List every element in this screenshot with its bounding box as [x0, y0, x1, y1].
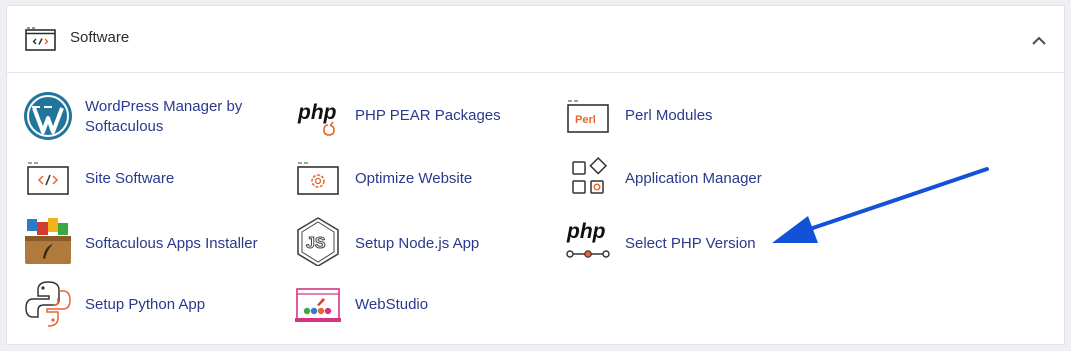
item-label: Softaculous Apps Installer — [85, 235, 258, 252]
svg-text:JS: JS — [306, 235, 326, 252]
item-label: Site Software — [85, 170, 175, 187]
gear-window-icon — [297, 162, 339, 195]
php-pear-icon: php — [297, 101, 337, 136]
item-php-pear[interactable]: php PHP PEAR Packages — [293, 91, 548, 147]
item-label: Optimize Website — [355, 170, 473, 187]
item-label: WordPress Manager by Softaculous — [85, 98, 243, 135]
item-label: WebStudio — [355, 296, 429, 313]
svg-text:php: php — [297, 101, 337, 124]
item-setup-nodejs[interactable]: JS Setup Node.js App — [293, 216, 548, 272]
annotation-arrow — [772, 167, 989, 243]
php-version-icon: php — [566, 220, 610, 258]
section-title: Software — [70, 29, 130, 46]
item-softaculous-installer[interactable]: Softaculous Apps Installer — [23, 216, 278, 272]
software-panel: Software WordPress Manager by Softaculou… — [6, 5, 1065, 345]
nodejs-icon: JS — [297, 217, 339, 266]
item-perl-modules[interactable]: Perl Perl Modules — [563, 91, 818, 147]
section-header[interactable]: Software — [7, 6, 1064, 73]
item-wordpress-manager[interactable]: WordPress Manager by Softaculous — [23, 91, 278, 147]
item-setup-python[interactable]: Setup Python App — [23, 278, 278, 334]
code-window-icon — [25, 27, 56, 51]
svg-text:php: php — [566, 220, 606, 243]
app-grid-icon — [572, 156, 608, 194]
item-optimize-website[interactable]: Optimize Website — [293, 154, 548, 210]
softaculous-icon — [25, 218, 71, 264]
perl-icon: Perl — [567, 100, 609, 133]
item-webstudio[interactable]: WebStudio — [293, 278, 548, 334]
item-site-software[interactable]: Site Software — [23, 154, 278, 210]
wordpress-icon — [24, 92, 72, 140]
chevron-up-icon[interactable] — [1028, 30, 1050, 52]
svg-text:Perl: Perl — [575, 114, 596, 126]
code-window-icon — [27, 162, 69, 195]
item-label: Setup Python App — [85, 296, 206, 313]
item-label: Setup Node.js App — [355, 235, 480, 252]
python-icon — [25, 281, 71, 327]
item-label: Perl Modules — [625, 107, 713, 124]
webstudio-icon — [295, 288, 341, 322]
item-label: PHP PEAR Packages — [355, 107, 501, 124]
